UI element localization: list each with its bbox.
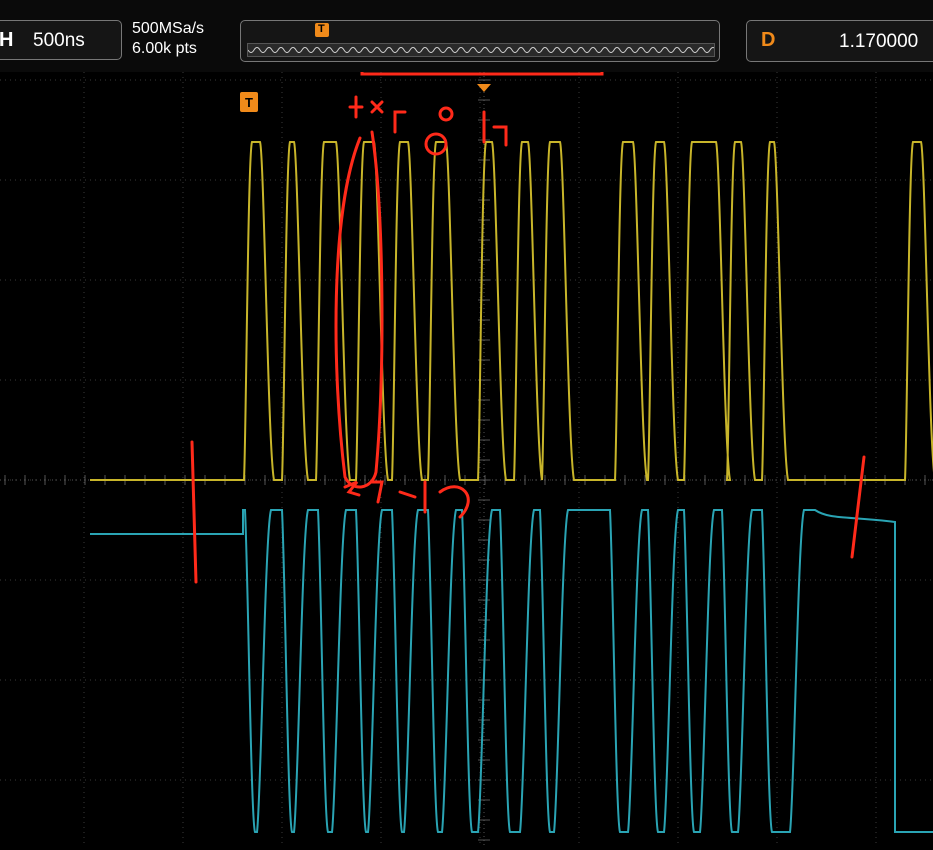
- overview-trigger-marker: T: [315, 23, 329, 37]
- overview-waveform: [248, 47, 714, 53]
- timebase-value: 500ns: [33, 30, 85, 51]
- waveform-overview-bar[interactable]: T: [240, 20, 720, 62]
- delay-value: 1.170000: [839, 31, 919, 52]
- center-marker: [477, 84, 491, 92]
- trigger-position-marker: T: [240, 92, 258, 112]
- svg-text:T: T: [245, 95, 253, 110]
- oscilloscope-toolbar: H 500ns 500MSa/s 6.00k pts T D 1.170000: [0, 0, 933, 72]
- overview-window[interactable]: [247, 43, 715, 57]
- sample-rate-label: 500MSa/s: [132, 20, 205, 37]
- timebase-control[interactable]: H 500ns: [0, 20, 122, 60]
- channel2-waveform: [90, 509, 933, 833]
- horizontal-icon: H: [0, 29, 14, 51]
- delay-icon: D: [761, 29, 776, 51]
- delay-control[interactable]: D 1.170000: [746, 20, 933, 62]
- waveform-canvas: T: [0, 10, 933, 845]
- memory-depth-label: 6.00k pts: [132, 40, 197, 57]
- graticule-grid: [0, 72, 933, 845]
- graticule-ticks: [0, 72, 933, 845]
- waveform-display: T: [0, 10, 933, 845]
- channel1-waveform: [90, 141, 933, 481]
